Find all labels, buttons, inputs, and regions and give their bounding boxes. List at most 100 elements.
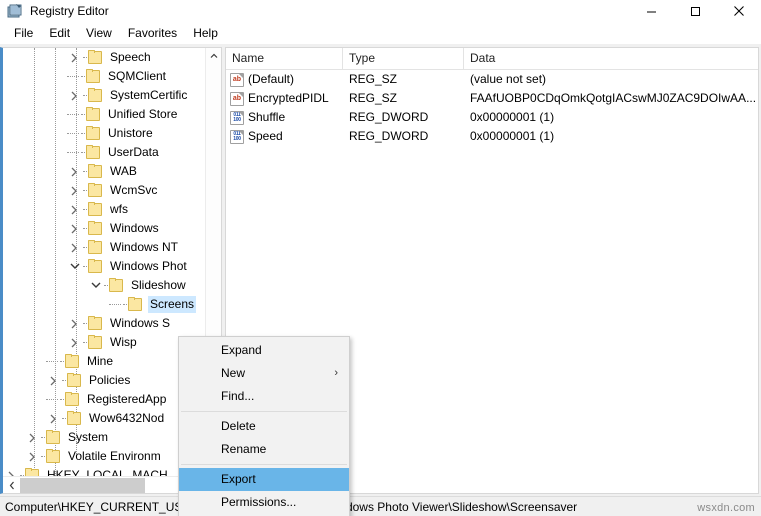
tree-item-wcmsvc[interactable]: WcmSvc <box>3 181 205 200</box>
chevron-right-icon[interactable] <box>66 333 82 352</box>
folder-icon <box>87 87 104 103</box>
context-menu-separator <box>181 411 347 412</box>
chevron-right-icon[interactable] <box>66 200 82 219</box>
tree-item-unistore[interactable]: Unistore <box>3 124 205 143</box>
folder-icon <box>85 144 102 160</box>
tree-item-registeredapp[interactable]: RegisteredApp <box>3 390 205 409</box>
chevron-right-icon[interactable] <box>66 181 82 200</box>
tree-item-volatile-environm[interactable]: Volatile Environm <box>3 447 205 466</box>
tree-item-systemcertific[interactable]: SystemCertific <box>3 86 205 105</box>
maximize-button[interactable] <box>673 0 717 22</box>
value-row[interactable]: ab EncryptedPIDL REG_SZ FAAfUOBP0CDqOmkQotg… <box>226 89 758 108</box>
chevron-right-icon[interactable] <box>66 314 82 333</box>
registry-tree[interactable]: Speech SQMClient SystemCertific Unified Sto… <box>3 48 205 476</box>
folder-icon <box>87 239 104 255</box>
folder-icon <box>66 410 83 426</box>
menu-edit[interactable]: Edit <box>41 24 78 43</box>
context-menu-item-delete[interactable]: Delete <box>179 415 349 438</box>
tree-item-screens[interactable]: Screens <box>3 295 205 314</box>
tree-item-wisp[interactable]: Wisp <box>3 333 205 352</box>
value-name: Shuffle <box>248 110 286 124</box>
chevron-right-icon[interactable] <box>66 162 82 181</box>
tree-connector <box>45 352 59 371</box>
folder-icon <box>45 448 62 464</box>
value-row[interactable]: ab (Default) REG_SZ (value not set) <box>226 70 758 89</box>
tree-item-userdata[interactable]: UserData <box>3 143 205 162</box>
chevron-right-icon[interactable] <box>66 238 82 257</box>
string-value-icon: ab <box>230 91 244 106</box>
tree-connector <box>45 390 59 409</box>
tree-item-hkey-local-mach[interactable]: HKEY_LOCAL_MACH <box>3 466 205 476</box>
title-bar: Registry Editor <box>0 0 761 22</box>
menu-file[interactable]: File <box>6 24 41 43</box>
column-header-name[interactable]: Name <box>226 48 343 69</box>
folder-icon <box>45 429 62 445</box>
tree-item-windows-phot[interactable]: Windows Phot <box>3 257 205 276</box>
folder-icon <box>87 163 104 179</box>
tree-item-sqmclient[interactable]: SQMClient <box>3 67 205 86</box>
tree-item-label: Windows S <box>110 316 171 330</box>
column-header-type[interactable]: Type <box>343 48 464 69</box>
horizontal-scroll-thumb[interactable] <box>20 477 145 493</box>
string-value-icon: ab <box>230 72 244 87</box>
tree-item-slideshow[interactable]: Slideshow <box>3 276 205 295</box>
main-content: Speech SQMClient SystemCertific Unified Sto… <box>0 44 761 516</box>
chevron-right-icon[interactable] <box>24 447 40 466</box>
tree-connector <box>108 295 122 314</box>
value-name-cell: 011 100 Shuffle <box>226 108 343 127</box>
tree-item-policies[interactable]: Policies <box>3 371 205 390</box>
context-menu-item-export[interactable]: Export <box>179 468 349 491</box>
tree-item-unified-store[interactable]: Unified Store <box>3 105 205 124</box>
column-header-data[interactable]: Data <box>464 48 758 69</box>
context-menu-item-new[interactable]: New › <box>179 362 349 385</box>
tree-item-wfs[interactable]: wfs <box>3 200 205 219</box>
tree-item-windows-nt[interactable]: Windows NT <box>3 238 205 257</box>
watermark: wsxdn.com <box>697 502 755 514</box>
tree-item-wab[interactable]: WAB <box>3 162 205 181</box>
tree-item-label: System <box>68 430 109 444</box>
context-menu-item-find[interactable]: Find... <box>179 385 349 408</box>
chevron-right-icon[interactable] <box>45 371 61 390</box>
tree-item-wow6432nod[interactable]: Wow6432Nod <box>3 409 205 428</box>
chevron-right-icon[interactable] <box>66 219 82 238</box>
value-row[interactable]: 011 100 Speed REG_DWORD 0x00000001 (1) <box>226 127 758 146</box>
folder-icon <box>24 467 41 476</box>
menu-help[interactable]: Help <box>185 24 226 43</box>
folder-icon <box>87 201 104 217</box>
chevron-right-icon[interactable] <box>66 86 82 105</box>
chevron-down-icon[interactable] <box>87 276 103 295</box>
tree-item-windows[interactable]: Windows <box>3 219 205 238</box>
context-menu-item-permissions[interactable]: Permissions... <box>179 491 349 514</box>
registry-editor-icon <box>7 3 23 19</box>
value-row[interactable]: 011 100 Shuffle REG_DWORD 0x00000001 (1) <box>226 108 758 127</box>
tree-item-label: Unistore <box>108 126 153 140</box>
context-menu-item-rename[interactable]: Rename <box>179 438 349 461</box>
chevron-right-icon[interactable] <box>45 409 61 428</box>
minimize-button[interactable] <box>629 0 673 22</box>
chevron-down-icon[interactable] <box>66 257 82 276</box>
tree-item-speech[interactable]: Speech <box>3 48 205 67</box>
scroll-up-icon[interactable] <box>206 48 221 64</box>
tree-item-mine[interactable]: Mine <box>3 352 205 371</box>
tree-item-label: WcmSvc <box>110 183 158 197</box>
close-button[interactable] <box>717 0 761 22</box>
folder-icon <box>87 334 104 350</box>
dword-value-icon: 011 100 <box>230 110 244 125</box>
tree-item-label: Wisp <box>110 335 137 349</box>
tree-item-system[interactable]: System <box>3 428 205 447</box>
tree-item-label: Windows Phot <box>110 259 187 273</box>
tree-item-label: Windows NT <box>110 240 179 254</box>
context-menu-item-label: Export <box>221 472 256 486</box>
menu-favorites[interactable]: Favorites <box>120 24 185 43</box>
context-menu-item-expand[interactable]: Expand <box>179 339 349 362</box>
chevron-right-icon[interactable] <box>3 466 19 476</box>
scroll-left-icon[interactable] <box>3 477 20 494</box>
tree-item-windows-s[interactable]: Windows S <box>3 314 205 333</box>
tree-item-label: UserData <box>108 145 159 159</box>
value-name: (Default) <box>248 72 295 86</box>
menu-view[interactable]: View <box>78 24 120 43</box>
value-name-cell: ab (Default) <box>226 70 343 89</box>
chevron-right-icon[interactable] <box>66 48 82 67</box>
tree-item-label: WAB <box>110 164 137 178</box>
chevron-right-icon[interactable] <box>24 428 40 447</box>
